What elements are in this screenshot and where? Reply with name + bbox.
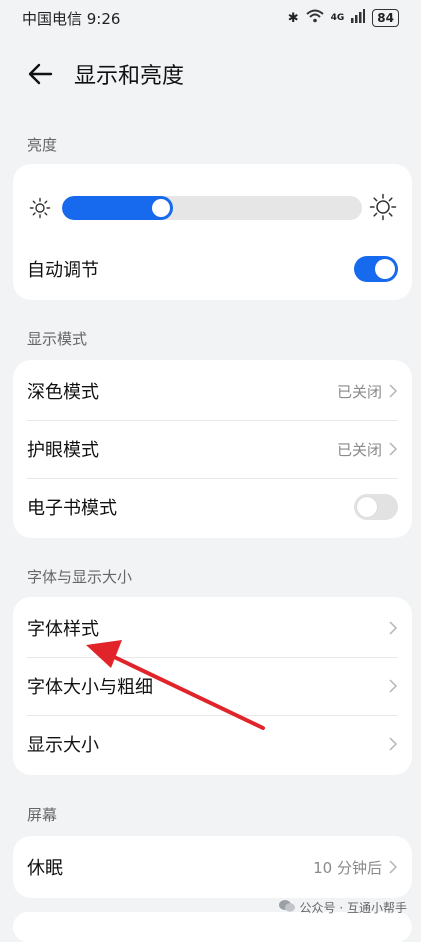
chevron-right-icon <box>389 860 398 874</box>
page-title: 显示和亮度 <box>74 64 185 89</box>
watermark: 公众号 · 互通小帮手 <box>278 899 407 916</box>
eye-comfort-value: 已关闭 <box>336 440 382 459</box>
sun-large-icon <box>369 193 397 221</box>
signal-icon <box>351 9 366 27</box>
chevron-right-icon <box>389 621 398 635</box>
eye-comfort-label: 护眼模式 <box>27 440 99 461</box>
dark-mode-value: 已关闭 <box>336 382 382 401</box>
ebook-mode-toggle[interactable] <box>354 494 398 520</box>
bluetooth-icon: ✱ <box>287 10 299 26</box>
dark-mode-label: 深色模式 <box>27 382 99 403</box>
brightness-card: 自动调节 <box>13 164 412 300</box>
font-size-label: 字体大小与粗细 <box>27 677 153 698</box>
auto-brightness-row[interactable]: 自动调节 <box>13 240 412 298</box>
display-size-label: 显示大小 <box>27 735 99 756</box>
back-arrow-icon <box>28 63 53 85</box>
wifi-icon <box>305 9 324 27</box>
chevron-right-icon <box>389 442 398 456</box>
dark-mode-row[interactable]: 深色模式 已关闭 <box>13 362 412 420</box>
chevron-right-icon <box>389 679 398 693</box>
brightness-slider-knob[interactable] <box>152 199 170 217</box>
font-size-row[interactable]: 字体大小与粗细 <box>13 657 412 715</box>
sun-small-icon <box>29 197 51 219</box>
section-label-display-mode: 显示模式 <box>27 330 88 348</box>
status-bar: 中国电信 9:26 ✱ 4G 84 <box>0 0 421 36</box>
network-badge: 4G <box>330 13 345 23</box>
sleep-row[interactable]: 休眠 10 分钟后 <box>13 838 412 896</box>
sleep-label: 休眠 <box>27 858 63 879</box>
section-label-screen: 屏幕 <box>27 806 58 824</box>
ebook-mode-row[interactable]: 电子书模式 <box>13 478 412 536</box>
section-label-brightness: 亮度 <box>27 136 58 154</box>
next-card-partial <box>13 912 412 942</box>
chevron-right-icon <box>389 384 398 398</box>
screen-card: 休眠 10 分钟后 <box>13 836 412 898</box>
page-header: 显示和亮度 <box>0 50 421 98</box>
auto-brightness-toggle[interactable] <box>354 256 398 282</box>
chevron-right-icon <box>389 737 398 751</box>
font-style-label: 字体样式 <box>27 619 99 640</box>
brightness-slider[interactable] <box>62 196 362 220</box>
eye-comfort-row[interactable]: 护眼模式 已关闭 <box>13 420 412 478</box>
font-style-row[interactable]: 字体样式 <box>13 599 412 657</box>
display-mode-card: 深色模式 已关闭 护眼模式 已关闭 电子书模式 <box>13 360 412 538</box>
battery-indicator: 84 <box>372 9 399 27</box>
auto-brightness-label: 自动调节 <box>27 260 99 281</box>
carrier-time: 中国电信 9:26 <box>22 9 121 28</box>
sleep-value: 10 分钟后 <box>313 858 382 877</box>
status-icons: ✱ 4G 84 <box>288 9 399 27</box>
wechat-icon <box>278 899 295 916</box>
font-card: 字体样式 字体大小与粗细 显示大小 <box>13 597 412 775</box>
section-label-font: 字体与显示大小 <box>27 568 133 586</box>
display-size-row[interactable]: 显示大小 <box>13 715 412 773</box>
back-button[interactable] <box>10 50 70 98</box>
watermark-text: 公众号 · 互通小帮手 <box>299 901 407 915</box>
ebook-mode-label: 电子书模式 <box>27 498 117 519</box>
